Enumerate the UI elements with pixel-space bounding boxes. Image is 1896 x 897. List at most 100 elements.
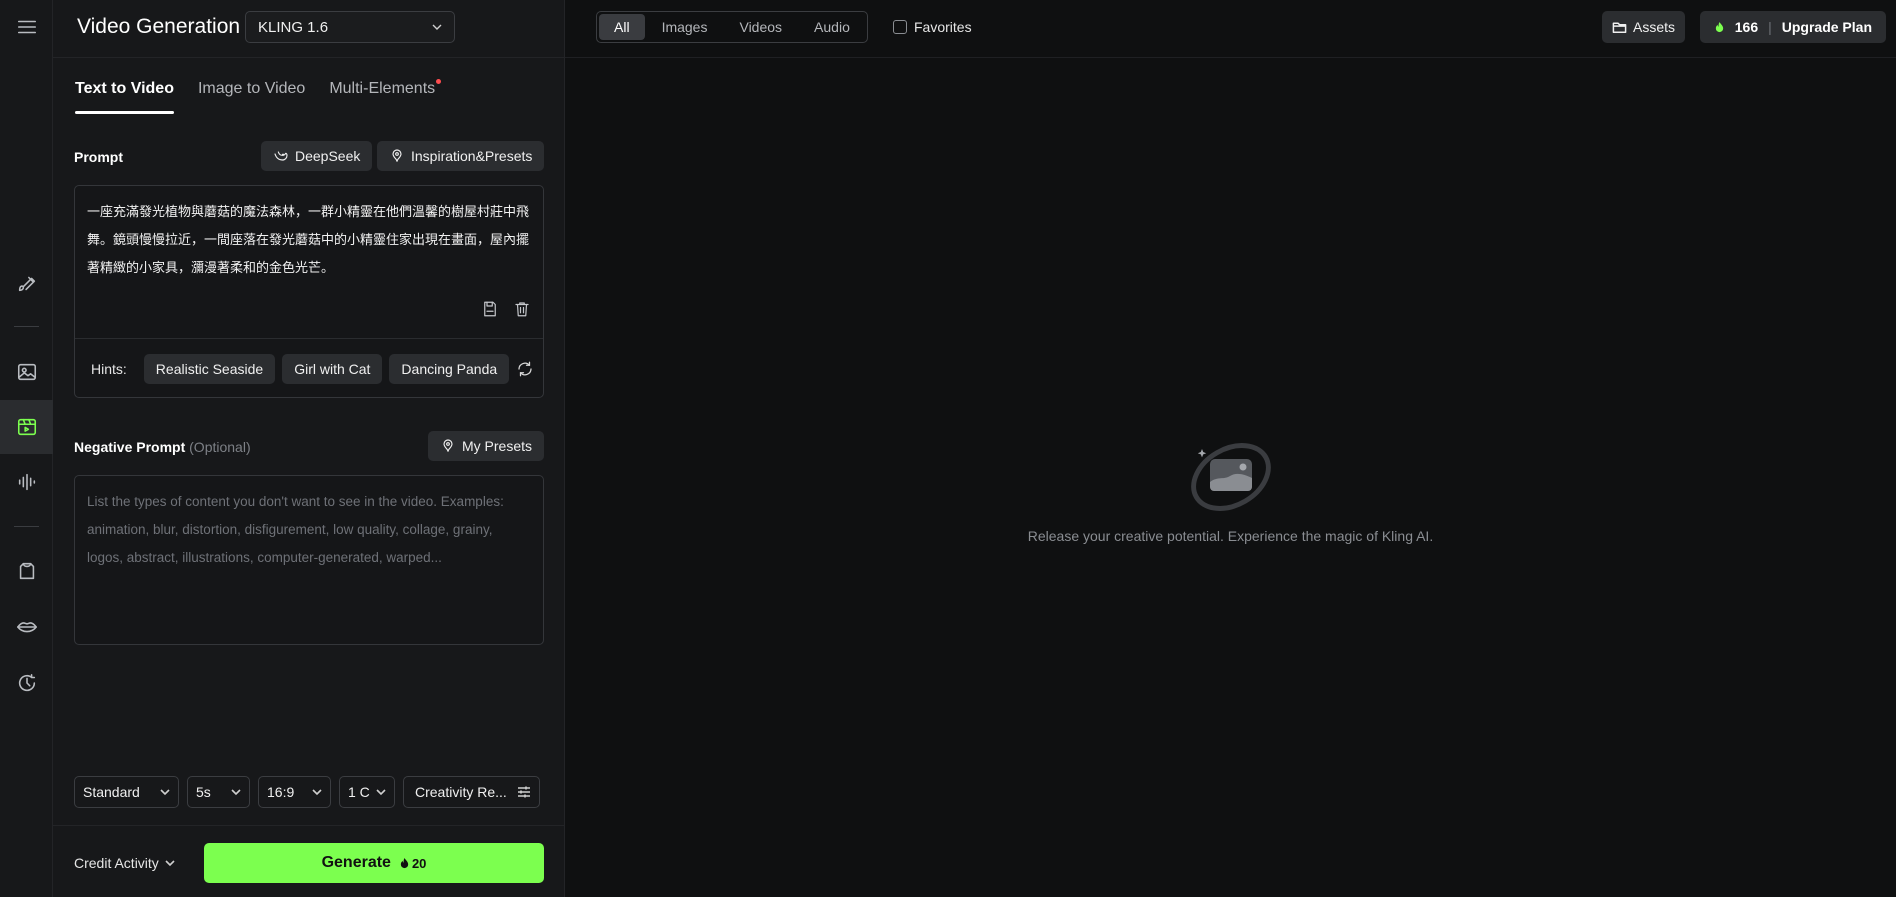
rail-item-history[interactable] <box>0 656 53 710</box>
hamburger-menu-icon <box>17 20 36 34</box>
lightbulb-icon <box>392 149 402 162</box>
tab-multi-elements-label: Multi-Elements <box>329 80 436 97</box>
results-toolbar: All Images Videos Audio Favorites Assets… <box>565 0 1896 58</box>
chevron-down-icon <box>160 789 170 796</box>
deepseek-button[interactable]: DeepSeek <box>261 141 373 171</box>
rail-item-tryon[interactable] <box>0 544 53 598</box>
rail-divider <box>14 326 39 327</box>
assets-label: Assets <box>1632 19 1675 35</box>
new-badge-dot <box>436 79 442 84</box>
generate-cost: 20 <box>399 856 426 871</box>
icon-rail <box>0 0 53 897</box>
filter-images[interactable]: Images <box>647 14 723 40</box>
chevron-down-icon <box>376 789 386 796</box>
app-root: Video Generation KLING 1.6 Text to Video… <box>0 0 1896 897</box>
media-filter: All Images Videos Audio <box>596 11 868 43</box>
inspiration-presets-button[interactable]: Inspiration&Presets <box>377 141 545 171</box>
tab-text-to-video[interactable]: Text to Video <box>75 80 174 114</box>
assets-button[interactable]: Assets <box>1601 11 1685 43</box>
divider: | <box>1768 19 1772 35</box>
duration-select[interactable]: 5s <box>187 776 250 808</box>
creativity-relevance-button[interactable]: Creativity Re... <box>403 776 540 808</box>
chevron-down-icon <box>312 789 322 796</box>
results-area: All Images Videos Audio Favorites Assets… <box>565 0 1896 897</box>
hint-chip[interactable]: Dancing Panda <box>389 353 510 384</box>
sliders-icon <box>518 786 530 798</box>
model-select-value: KLING 1.6 <box>258 18 329 36</box>
prompt-text[interactable]: 一座充滿發光植物與蘑菇的魔法森林，一群小精靈在他們溫馨的樹屋村莊中飛舞。鏡頭慢慢… <box>87 198 535 282</box>
history-icon <box>18 673 35 692</box>
negative-prompt-title: Negative Prompt <box>74 439 186 455</box>
model-select[interactable]: KLING 1.6 <box>245 11 455 43</box>
credit-activity-label: Credit Activity <box>74 855 159 871</box>
empty-state-message: Release your creative potential. Experie… <box>1027 528 1434 544</box>
flame-icon <box>1715 21 1723 32</box>
hint-chip[interactable]: Girl with Cat <box>282 353 383 384</box>
filter-videos[interactable]: Videos <box>724 14 797 40</box>
trash-icon[interactable] <box>513 300 531 318</box>
aspect-ratio-select[interactable]: 16:9 <box>258 776 331 808</box>
rail-item-images[interactable] <box>0 345 53 399</box>
image-icon <box>17 363 36 381</box>
negative-prompt-box <box>74 475 544 645</box>
credits-and-upgrade[interactable]: 166 | Upgrade Plan <box>1699 11 1886 43</box>
empty-state: Release your creative potential. Experie… <box>565 432 1896 544</box>
generation-settings: Standard 5s 16:9 1 C Creativity Re... <box>74 776 540 808</box>
favorites-toggle[interactable]: Favorites <box>893 19 972 35</box>
rail-item-video[interactable] <box>0 400 53 454</box>
deepseek-label: DeepSeek <box>295 148 361 164</box>
panel-footer: Credit Activity Generate 20 <box>53 825 565 897</box>
save-icon[interactable] <box>481 300 499 318</box>
menu-button[interactable] <box>0 0 53 54</box>
tab-image-to-video[interactable]: Image to Video <box>198 80 305 114</box>
refresh-icon[interactable] <box>516 360 534 378</box>
chevron-down-icon <box>231 789 241 796</box>
rail-item-brush[interactable] <box>0 256 53 310</box>
generation-panel: Video Generation KLING 1.6 Text to Video… <box>53 0 565 897</box>
hints-label: Hints: <box>91 360 127 377</box>
empty-gallery-illustration-icon <box>1190 443 1271 511</box>
rail-item-audio[interactable] <box>0 455 53 509</box>
rail-item-lipsync[interactable] <box>0 600 53 654</box>
credit-balance: 166 <box>1734 19 1759 35</box>
favorites-label: Favorites <box>914 19 972 35</box>
lightbulb-icon <box>443 439 453 452</box>
filter-audio[interactable]: Audio <box>799 14 865 40</box>
generate-cost-value: 20 <box>411 855 427 871</box>
mode-select[interactable]: Standard <box>74 776 179 808</box>
prompt-label: Prompt <box>74 149 123 165</box>
prompt-input[interactable]: 一座充滿發光植物與蘑菇的魔法森林，一群小精靈在他們溫馨的樹屋村莊中飛舞。鏡頭慢慢… <box>74 185 544 398</box>
credit-activity-dropdown[interactable]: Credit Activity <box>74 855 175 871</box>
page-title: Video Generation <box>77 15 241 38</box>
panel-header: Video Generation KLING 1.6 <box>53 0 565 58</box>
flame-icon <box>400 857 409 868</box>
my-presets-label: My Presets <box>462 438 533 454</box>
lips-icon <box>16 622 37 633</box>
prompt-hints: Hints: Realistic Seaside Girl with Cat D… <box>75 338 543 398</box>
duration-select-value: 5s <box>196 784 211 800</box>
chevron-down-icon <box>165 860 175 867</box>
optional-tag: (Optional) <box>189 439 251 455</box>
rail-divider <box>14 526 39 527</box>
generate-label: Generate <box>321 854 391 871</box>
negative-prompt-input[interactable] <box>75 476 543 644</box>
deepseek-whale-icon <box>274 151 288 161</box>
folder-icon <box>1612 22 1627 33</box>
hint-chip[interactable]: Realistic Seaside <box>143 353 276 384</box>
favorites-checkbox[interactable] <box>893 20 907 34</box>
mode-tabs: Text to Video Image to Video Multi-Eleme… <box>75 79 459 114</box>
filter-all[interactable]: All <box>599 14 645 40</box>
mode-select-value: Standard <box>83 784 140 800</box>
aspect-ratio-value: 16:9 <box>267 784 295 800</box>
output-count-select[interactable]: 1 C <box>339 776 395 808</box>
generate-button[interactable]: Generate 20 <box>204 843 544 883</box>
clothing-icon <box>19 562 34 580</box>
negative-prompt-label: Negative Prompt (Optional) <box>74 439 251 455</box>
audio-wave-icon <box>18 473 35 491</box>
my-presets-button[interactable]: My Presets <box>428 431 545 461</box>
prompt-tools <box>481 300 531 318</box>
tab-multi-elements[interactable]: Multi-Elements <box>329 79 442 114</box>
brush-icon <box>18 276 35 292</box>
output-count-value: 1 C <box>348 784 370 800</box>
upgrade-plan-label[interactable]: Upgrade Plan <box>1782 19 1872 35</box>
